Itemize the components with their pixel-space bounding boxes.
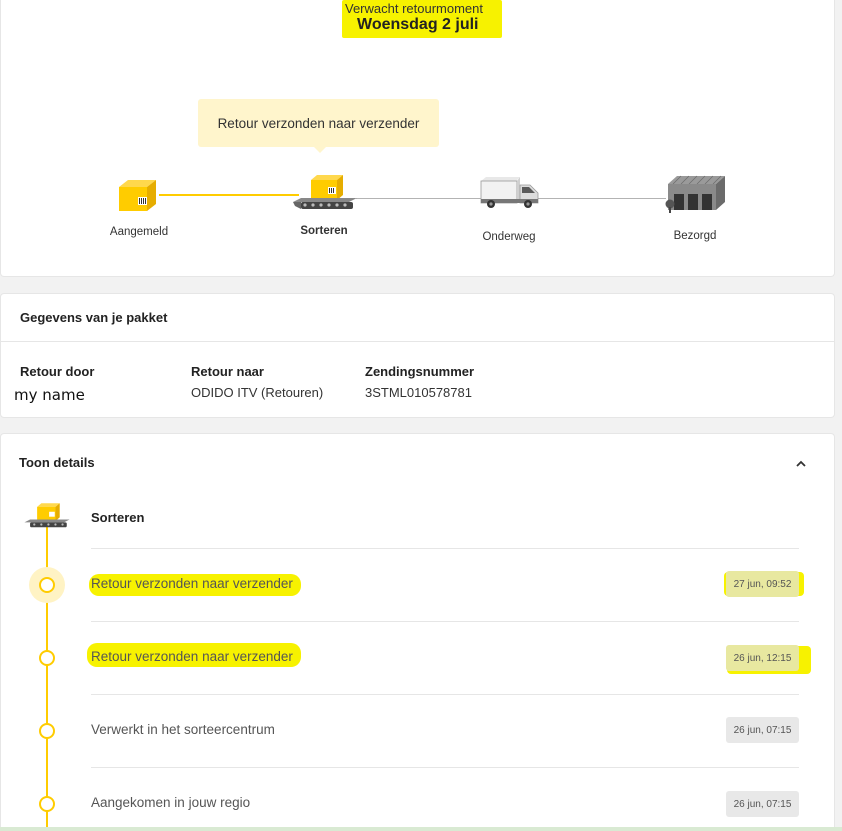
event-text: Verwerkt in het sorteercentrum [91,722,275,737]
event-time-badge: 26 jun, 12:15 [726,645,799,671]
event-time-badge: 27 jun, 09:52 [726,571,799,597]
sorting-conveyor-icon [293,175,357,209]
event-time-badge: 26 jun, 07:15 [726,791,799,817]
divider [91,694,799,695]
progress-line-done [159,194,299,196]
details-card: Toon details Sorteren Retour verzonden n… [0,433,835,831]
event-text: Retour verzonden naar verzender [91,649,293,664]
expected-return-label: Verwacht retourmoment [345,1,484,16]
divider [91,548,799,549]
event-text: Retour verzonden naar verzender [91,576,293,591]
sorting-conveyor-icon [24,503,70,528]
warehouse-building-icon [665,175,725,213]
package-icon [119,180,156,211]
timeline-dot [39,723,55,739]
timeline-dot [39,796,55,812]
progress-line-pending [538,198,666,199]
step-label-sorteren: Sorteren [300,225,348,237]
package-details-card: Gegevens van je pakket Retour door my na… [0,293,835,418]
event-text: Aangekomen in jouw regio [91,795,251,810]
step-label-aangemeld: Aangemeld [109,226,169,238]
timeline-dot [39,650,55,666]
divider [1,341,834,342]
current-step-title: Sorteren [91,510,145,525]
status-tooltip: Retour verzonden naar verzender [198,99,439,153]
step-label-bezorgd: Bezorgd [673,230,717,242]
return-to-value: ODIDO ITV (Retouren) [191,385,324,400]
return-by-label: Retour door [20,364,95,379]
chevron-up-icon[interactable] [796,459,806,469]
tracking-number-label: Zendingsnummer [365,364,475,379]
divider [91,767,799,768]
tracking-status-card: Verwacht retourmoment Woensdag 2 juli Re… [0,0,835,277]
timeline-dot [39,577,55,593]
step-label-onderweg: Onderweg [482,231,536,243]
tracking-number-value: 3STML010578781 [365,385,472,400]
return-to-label: Retour naar [191,364,264,379]
progress-line-pending [356,198,481,199]
return-by-value: my name [14,386,85,404]
page-bottom-strip [0,827,842,831]
expected-return-date: Woensdag 2 juli [357,16,479,33]
status-tooltip-text: Retour verzonden naar verzender [217,115,420,131]
event-time-badge: 26 jun, 07:15 [726,717,799,743]
toggle-details-label[interactable]: Toon details [19,455,95,470]
divider [91,621,799,622]
package-card-title: Gegevens van je pakket [20,310,168,325]
delivery-van-icon [480,177,539,208]
